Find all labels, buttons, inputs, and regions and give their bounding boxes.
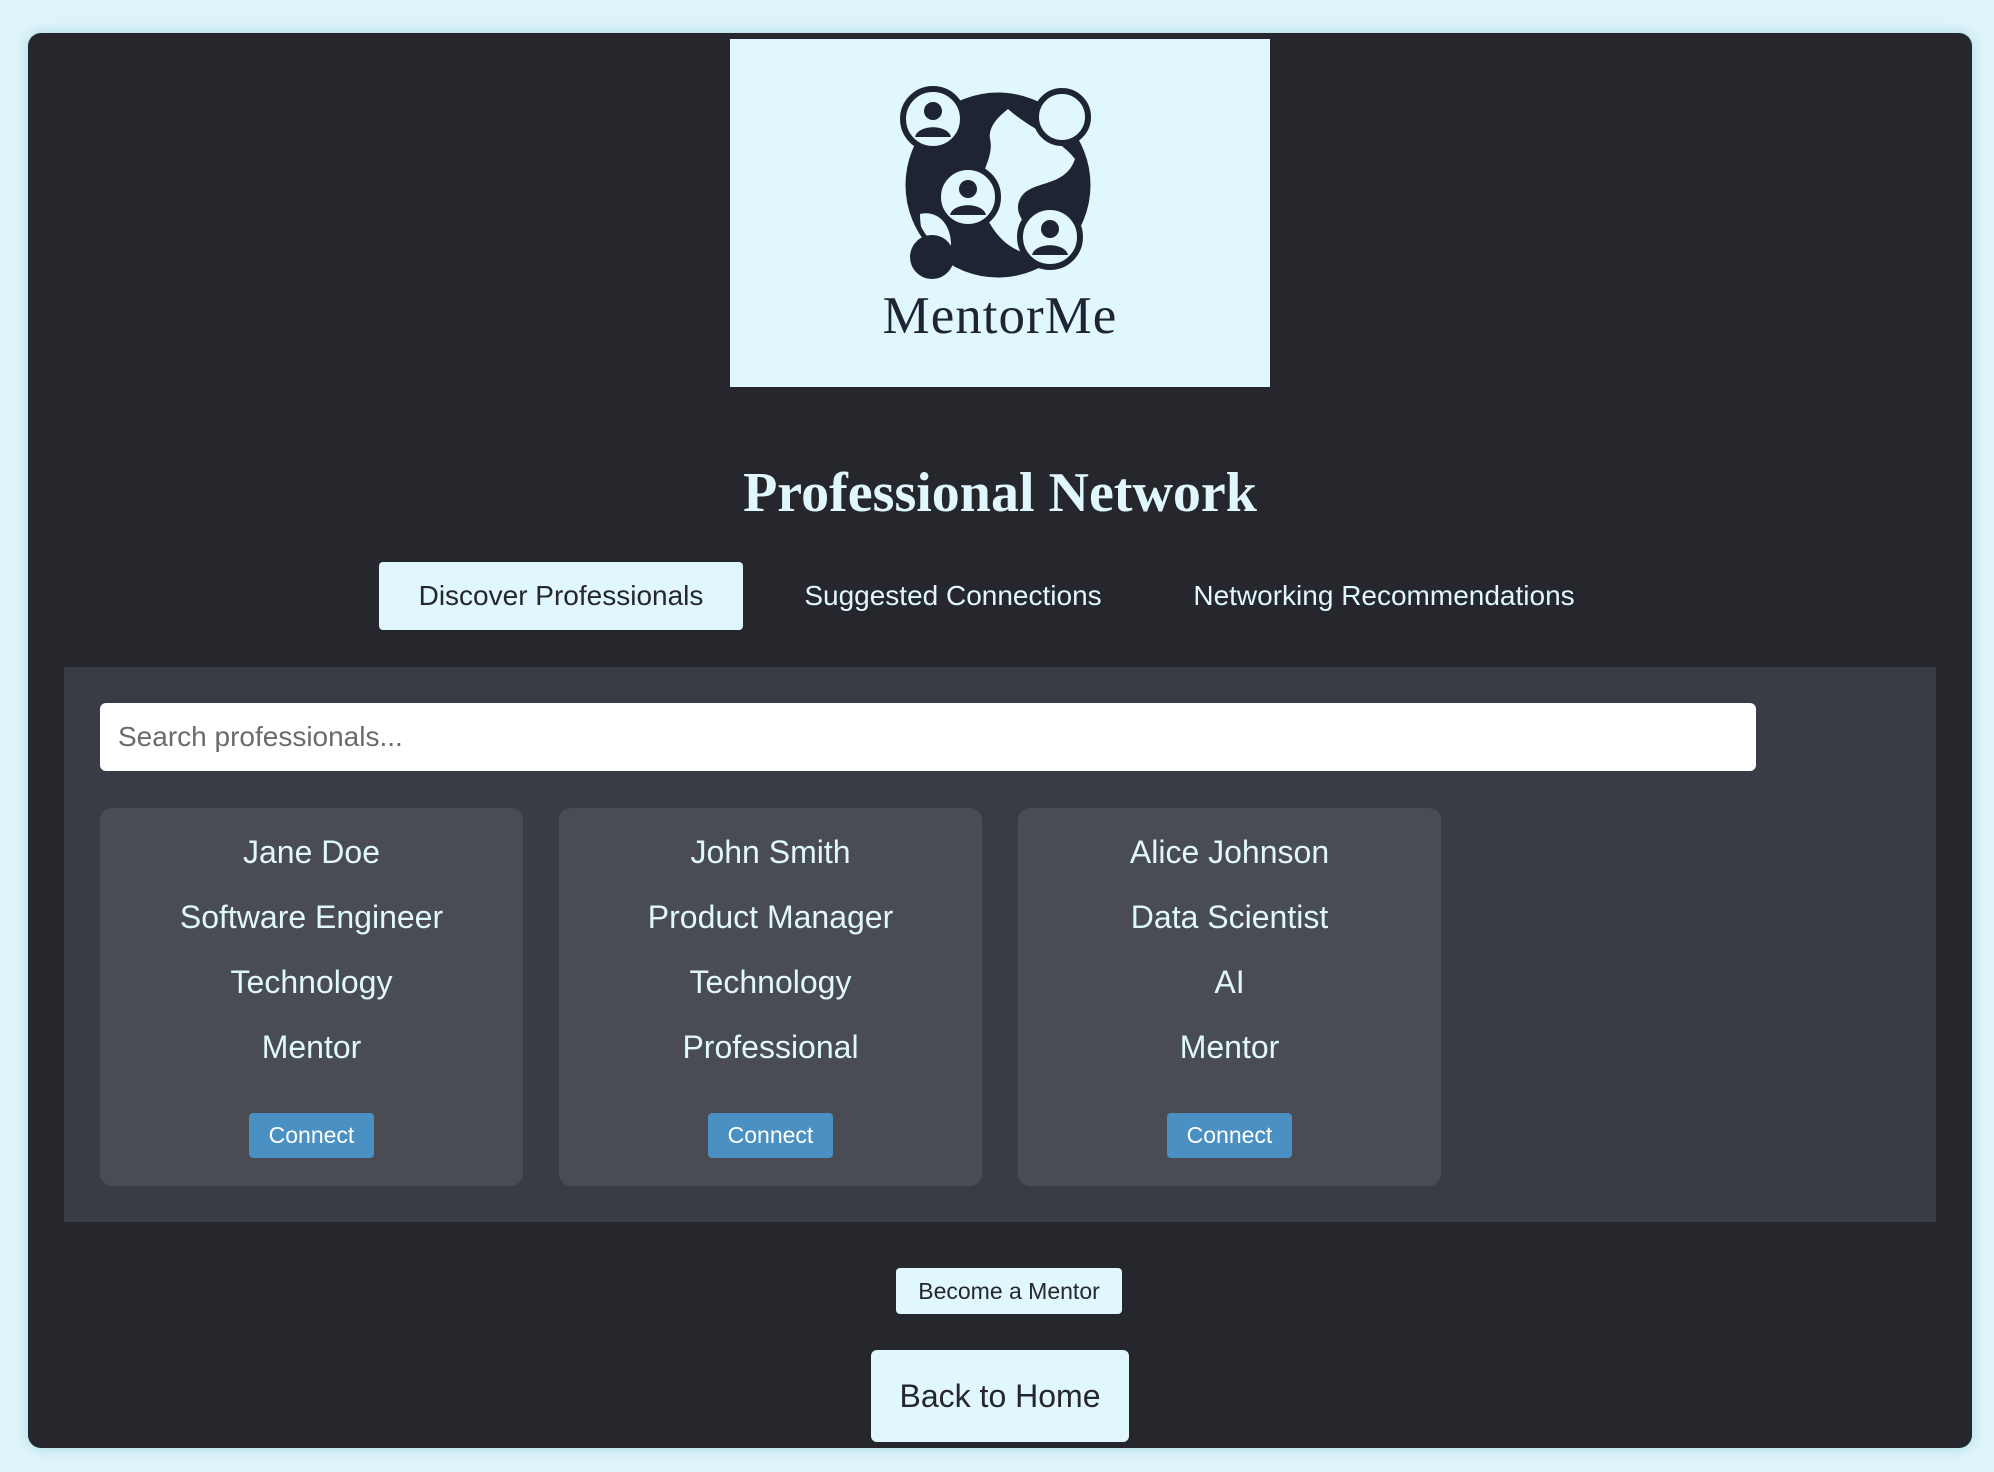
- logo: MentorMe: [730, 39, 1270, 387]
- professional-industry: Technology: [230, 964, 393, 1000]
- app-window: MentorMe Professional Network Discover P…: [28, 33, 1972, 1448]
- professional-title: Data Scientist: [1130, 899, 1329, 935]
- become-mentor-button[interactable]: Become a Mentor: [896, 1268, 1122, 1314]
- professional-name: Alice Johnson: [1129, 834, 1330, 870]
- tab-networking-recommendations[interactable]: Networking Recommendations: [1178, 562, 1590, 630]
- professional-title: Software Engineer: [179, 899, 444, 935]
- tab-discover-professionals[interactable]: Discover Professionals: [379, 562, 743, 630]
- professional-role: Mentor: [261, 1029, 362, 1065]
- professional-role: Professional: [682, 1029, 859, 1065]
- professional-industry: Technology: [689, 964, 852, 1000]
- tab-suggested-connections[interactable]: Suggested Connections: [780, 562, 1126, 630]
- discover-panel: Jane Doe Software Engineer Technology Me…: [64, 667, 1936, 1222]
- professional-industry: AI: [1214, 964, 1245, 1000]
- search-input[interactable]: [100, 703, 1756, 771]
- connect-button[interactable]: Connect: [249, 1113, 374, 1158]
- connect-button[interactable]: Connect: [1167, 1113, 1292, 1158]
- professional-card: Jane Doe Software Engineer Technology Me…: [100, 808, 523, 1186]
- professional-name: Jane Doe: [243, 834, 380, 870]
- professional-card: John Smith Product Manager Technology Pr…: [559, 808, 982, 1186]
- logo-text: MentorMe: [882, 287, 1118, 345]
- professional-title: Product Manager: [647, 899, 894, 935]
- connect-button[interactable]: Connect: [708, 1113, 833, 1158]
- professional-name: John Smith: [690, 834, 851, 870]
- back-to-home-button[interactable]: Back to Home: [871, 1350, 1129, 1442]
- professional-card: Alice Johnson Data Scientist AI Mentor C…: [1018, 808, 1441, 1186]
- professional-role: Mentor: [1179, 1029, 1280, 1065]
- page-title: Professional Network: [743, 462, 1257, 524]
